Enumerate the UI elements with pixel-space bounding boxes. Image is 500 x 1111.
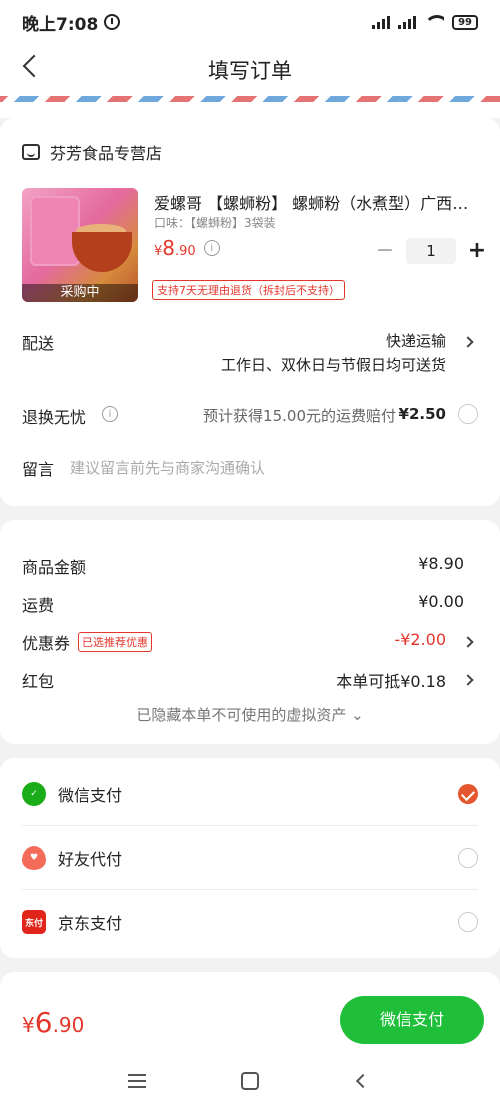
shipping-row: 运费 ¥0.00 bbox=[22, 592, 464, 616]
price-decimal: .90 bbox=[175, 244, 196, 259]
payment-option-friend[interactable]: ♥ 好友代付 bbox=[22, 826, 478, 890]
store-row[interactable]: 芬芳食品专营店 bbox=[22, 140, 162, 164]
goods-amount-value: ¥8.90 bbox=[418, 554, 464, 573]
delivery-method[interactable]: 快递运输 bbox=[386, 330, 446, 351]
product-image-overlay: 采购中 bbox=[22, 284, 138, 302]
payment-option-jd[interactable]: 东付 京东支付 bbox=[22, 890, 478, 954]
product-spec[interactable]: 口味：【螺蛳粉】3袋装 bbox=[154, 214, 276, 231]
return-insurance-label: 退换无忧 bbox=[22, 408, 87, 427]
shipping-label: 运费 bbox=[22, 596, 55, 615]
redpacket-row[interactable]: 红包 本单可抵¥0.18 bbox=[22, 668, 446, 692]
amount-card: 商品金额 ¥8.90 运费 ¥0.00 优惠券 已选推荐优惠 -¥2.00 红包… bbox=[0, 520, 500, 744]
quantity-minus-button[interactable]: − bbox=[374, 240, 396, 262]
price-integer: 8 bbox=[162, 236, 176, 260]
payment-card: ✓ 微信支付 ♥ 好友代付 东付 京东支付 bbox=[0, 758, 500, 958]
message-label: 留言 bbox=[22, 460, 55, 479]
product-name: 爱螺哥 【螺蛳粉】 螺蛳粉（水煮型）广西柳州螺蛳粉 bbox=[154, 194, 472, 213]
price-info-icon[interactable]: i bbox=[203, 240, 220, 256]
delivery-chevron-icon[interactable] bbox=[462, 336, 474, 348]
status-time: 晚上7:08 bbox=[22, 14, 99, 35]
redpacket-value: 本单可抵¥0.18 bbox=[336, 672, 446, 691]
redpacket-label: 红包 bbox=[22, 672, 55, 691]
store-icon bbox=[22, 144, 40, 160]
quantity-stepper: − 1 + bbox=[374, 238, 488, 264]
quantity-plus-button[interactable]: + bbox=[466, 240, 488, 262]
wechat-pay-icon: ✓ bbox=[22, 781, 46, 806]
checkout-bar: ¥ 6 .90 微信支付 bbox=[0, 992, 500, 1054]
product-image[interactable]: 采购中 bbox=[22, 188, 138, 302]
payment-radio[interactable] bbox=[458, 912, 478, 932]
system-back-icon[interactable] bbox=[355, 1073, 371, 1089]
message-input[interactable]: 建议留言前先与商家沟通确认 bbox=[70, 457, 265, 478]
back-icon[interactable] bbox=[22, 54, 46, 78]
product-bowl-graphic bbox=[72, 232, 132, 272]
goods-amount-label: 商品金额 bbox=[22, 558, 87, 577]
status-bar: 晚上7:08 99 bbox=[0, 0, 500, 44]
coupon-tag: 已选推荐优惠 bbox=[78, 632, 153, 652]
shipping-value: ¥0.00 bbox=[418, 592, 464, 611]
signal-icon bbox=[372, 15, 391, 29]
friend-pay-icon: ♥ bbox=[22, 845, 46, 870]
product-bag-graphic bbox=[30, 196, 80, 266]
battery-icon: 99 bbox=[452, 14, 478, 30]
order-card: 芬芳食品专营店 采购中 爱螺哥 【螺蛳粉】 螺蛳粉（水煮型）广西柳州螺蛳粉 口味… bbox=[0, 118, 500, 506]
delivery-label: 配送 bbox=[22, 334, 55, 353]
payment-radio-selected[interactable] bbox=[458, 784, 478, 804]
return-insurance-info-icon[interactable]: i bbox=[102, 406, 118, 422]
status-indicators: 99 bbox=[372, 14, 478, 30]
delivery-note: 工作日、双休日与节假日均可送货 bbox=[220, 356, 446, 374]
coupon-row[interactable]: 优惠券 已选推荐优惠 -¥2.00 bbox=[22, 630, 446, 654]
submit-pay-button[interactable]: 微信支付 bbox=[340, 996, 484, 1044]
payment-option-label: 好友代付 bbox=[58, 849, 123, 869]
alarm-icon bbox=[104, 14, 121, 30]
goods-amount-row: 商品金额 ¥8.90 bbox=[22, 554, 464, 578]
store-name: 芬芳食品专营店 bbox=[50, 144, 163, 163]
payment-option-wechat[interactable]: ✓ 微信支付 bbox=[22, 762, 478, 826]
hidden-assets-toggle[interactable]: 已隐藏本单不可使用的虚拟资产 ⌄ bbox=[0, 704, 500, 725]
navigation-bar: 填写订单 bbox=[0, 44, 500, 96]
system-navigation-bar bbox=[0, 1054, 500, 1111]
payment-option-label: 微信支付 bbox=[58, 785, 123, 805]
page-title: 填写订单 bbox=[208, 59, 292, 83]
coupon-label: 优惠券 bbox=[22, 634, 71, 653]
menu-icon[interactable] bbox=[128, 1074, 146, 1088]
total-decimal: .90 bbox=[52, 1013, 85, 1037]
next-card-edge bbox=[0, 972, 500, 992]
coupon-label-group: 优惠券 已选推荐优惠 bbox=[22, 630, 153, 654]
price-symbol: ¥ bbox=[154, 244, 163, 259]
return-insurance-price: ¥2.50 bbox=[398, 405, 446, 423]
coupon-chevron-icon[interactable] bbox=[462, 636, 474, 648]
total-integer: 6 bbox=[34, 1006, 53, 1039]
header-spacer bbox=[0, 102, 500, 118]
return-insurance-radio[interactable] bbox=[458, 404, 478, 424]
coupon-value: -¥2.00 bbox=[394, 630, 446, 649]
quantity-value[interactable]: 1 bbox=[406, 238, 456, 264]
jd-pay-icon: 东付 bbox=[22, 910, 46, 934]
payment-option-label: 京东支付 bbox=[58, 914, 123, 933]
product-price: ¥ 8 .90 i bbox=[154, 236, 220, 260]
home-icon[interactable] bbox=[241, 1072, 259, 1090]
wifi-icon bbox=[424, 15, 445, 29]
total-symbol: ¥ bbox=[22, 1013, 35, 1037]
redpacket-chevron-icon[interactable] bbox=[462, 674, 474, 686]
return-policy-tag: 支持7天无理由退货（拆封后不支持） bbox=[152, 280, 345, 300]
payment-radio[interactable] bbox=[458, 848, 478, 868]
total-price: ¥ 6 .90 bbox=[22, 1006, 84, 1039]
signal-hd-icon bbox=[398, 15, 417, 29]
return-insurance-desc: 预计获得15.00元的运费赔付 bbox=[203, 407, 396, 425]
